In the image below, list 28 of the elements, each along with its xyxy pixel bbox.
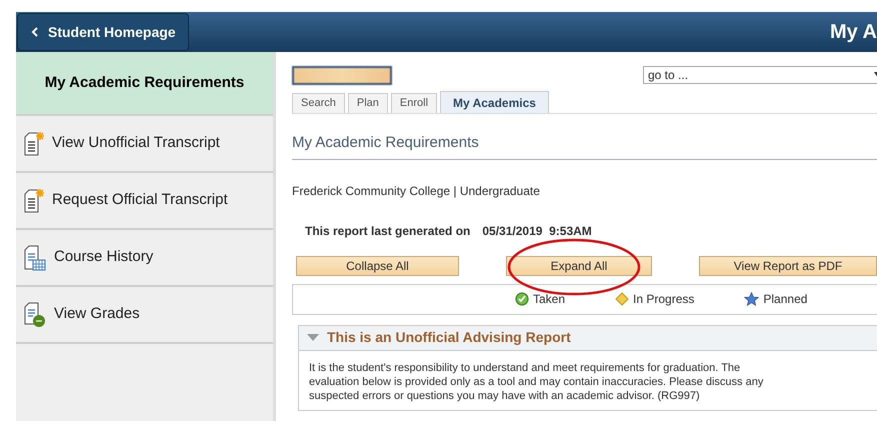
page-heading: My A bbox=[830, 20, 877, 45]
goto-dropdown[interactable]: go to ... bbox=[643, 66, 877, 84]
section-header[interactable]: This is an Unofficial Advising Report bbox=[298, 324, 877, 350]
institution-text: Frederick Community College | Undergraduate bbox=[292, 182, 541, 200]
action-button[interactable]: Collapse All bbox=[296, 256, 459, 276]
document-star-icon bbox=[24, 188, 44, 214]
check-icon bbox=[515, 292, 529, 306]
action-button[interactable]: Expand All bbox=[506, 256, 652, 276]
tab[interactable]: Enroll bbox=[390, 93, 438, 113]
sidebar-item[interactable]: My Academic Requirements bbox=[16, 52, 273, 116]
report-date: 05/31/2019 9:53AM bbox=[482, 222, 592, 240]
action-button[interactable]: View Report as PDF bbox=[699, 256, 877, 276]
page-title: My Academic Requirements bbox=[292, 132, 877, 160]
back-icon bbox=[30, 27, 40, 37]
diamond-icon bbox=[615, 292, 630, 306]
legend-label: In Progress bbox=[633, 291, 694, 308]
tab[interactable]: Plan bbox=[348, 93, 388, 113]
report-label: This report last generated on bbox=[305, 222, 470, 240]
document-star-icon bbox=[24, 130, 44, 156]
document-calendar-icon bbox=[24, 244, 46, 270]
disclaimer-text: It is the student's responsibility to understand and meet requirements for graduation. The evaluation below is provided only as a tool and may contain inaccuracies. Please discuss any suspected errors or questions you may have with an academic advisor. (RG997) bbox=[309, 360, 764, 402]
back-button[interactable]: Student Homepage bbox=[17, 13, 189, 51]
tab[interactable]: Search bbox=[292, 93, 345, 113]
document-badge-icon bbox=[24, 302, 46, 328]
tab[interactable]: My Academics bbox=[440, 91, 549, 113]
star-icon bbox=[744, 292, 760, 306]
legend-label: Taken bbox=[533, 291, 566, 308]
legend-label: Planned bbox=[763, 291, 808, 308]
